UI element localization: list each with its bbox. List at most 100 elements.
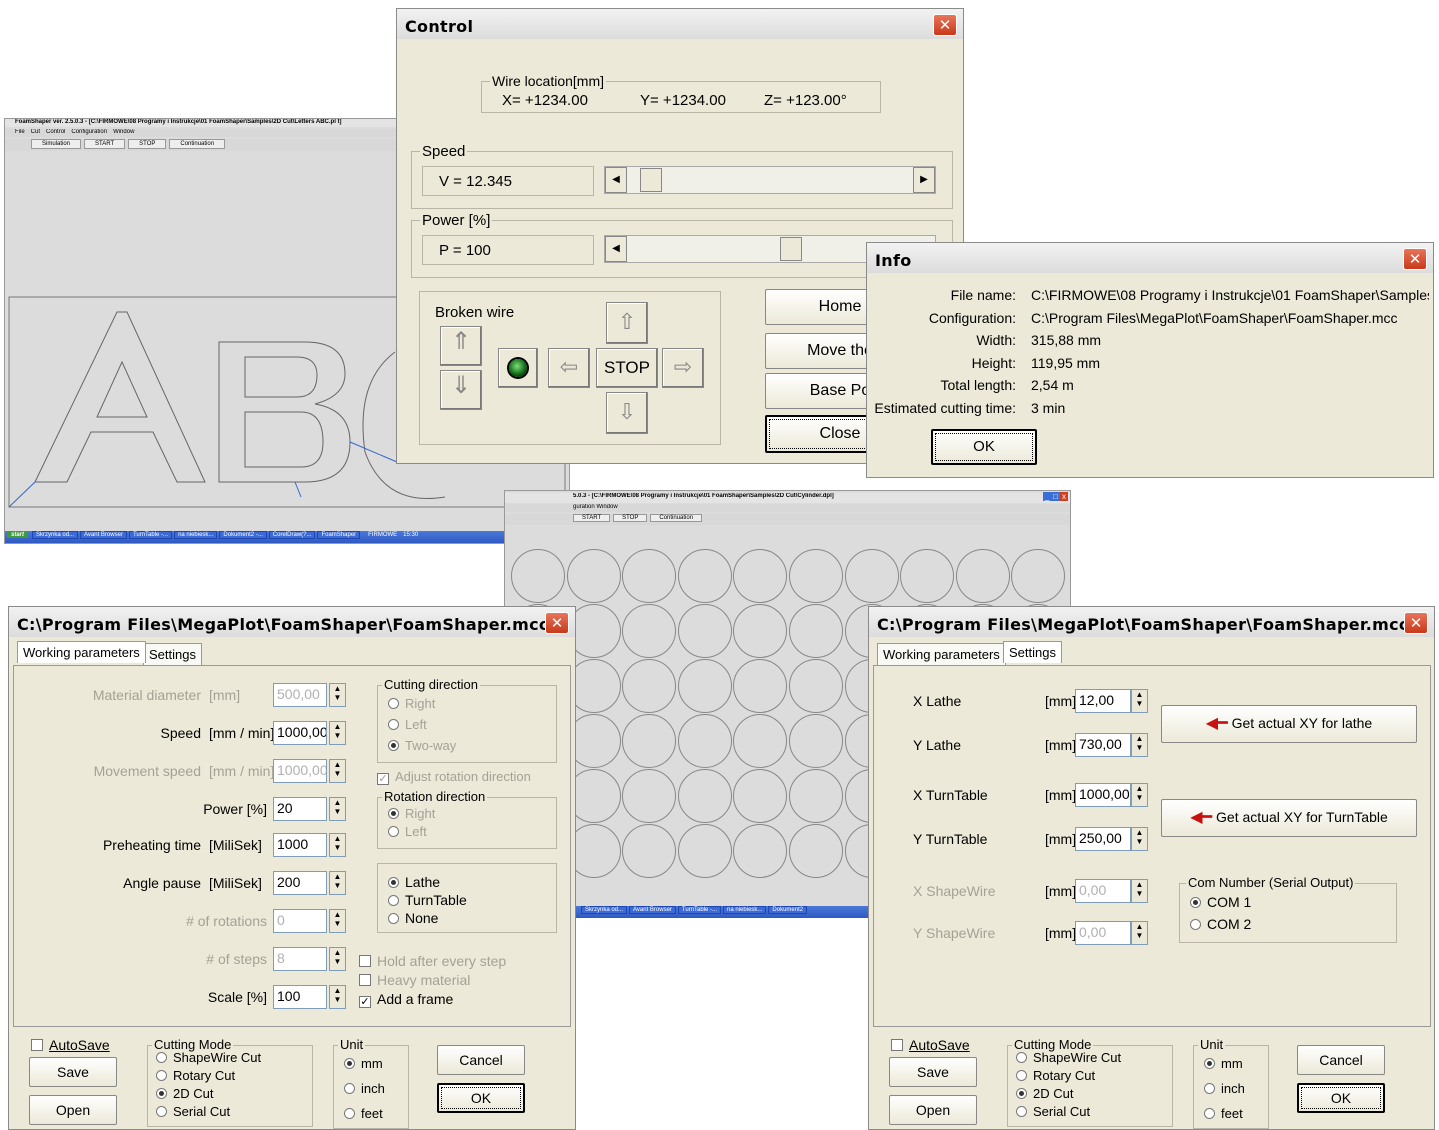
cad-menu-item[interactable]: Window (113, 129, 134, 135)
adjust-rotation-checkbox[interactable]: ✓ Adjust rotation direction (377, 769, 531, 785)
move-right-icon[interactable]: ⇨ (662, 348, 704, 388)
rotation-direction-radio[interactable]: Right (388, 806, 435, 821)
unit-radio[interactable]: inch (1204, 1081, 1245, 1096)
stop-button[interactable]: STOP (596, 348, 658, 388)
cad-menu-item[interactable]: Cut (31, 129, 40, 135)
taskbar-item[interactable]: Dokument2 (768, 906, 808, 914)
taskbar-item[interactable]: CorelDraw(?... (268, 531, 316, 539)
spinner-arrows-icon[interactable]: ▲ ▼ (329, 871, 346, 895)
taskbar-item[interactable]: Avant Browser (629, 906, 676, 914)
param-input[interactable]: 8 (273, 947, 327, 971)
cad-menu-item[interactable]: File (15, 129, 25, 135)
param-input[interactable]: 500,00 (273, 683, 327, 707)
ok-button[interactable]: OK (437, 1083, 525, 1113)
cutting-mode-radio[interactable]: ShapeWire Cut (156, 1050, 261, 1065)
save-button[interactable]: Save (29, 1057, 117, 1087)
taskbar-item[interactable]: TurnTable -... (677, 906, 722, 914)
tab-settings[interactable]: Settings (1003, 641, 1062, 663)
save-button[interactable]: Save (889, 1057, 977, 1087)
spinner-arrows-icon[interactable]: ▲ ▼ (329, 797, 346, 821)
cad-toolbar-button[interactable]: START (84, 139, 126, 149)
setting-input[interactable]: 0,00 (1075, 921, 1131, 945)
taskbar-item[interactable]: na niebiesk... (174, 531, 218, 539)
cad2-toolbar-button[interactable]: Continuation (650, 514, 703, 522)
cancel-button[interactable]: Cancel (437, 1045, 525, 1075)
option-checkbox[interactable]: ✓ Add a frame (359, 991, 453, 1008)
cutting-mode-radio[interactable]: ShapeWire Cut (1016, 1050, 1121, 1065)
option-checkbox[interactable]: Hold after every step (359, 953, 506, 969)
cancel-button[interactable]: Cancel (1297, 1045, 1385, 1075)
speed-slider[interactable]: ◀ ▶ (604, 166, 936, 194)
param-input[interactable]: 1000,00 (273, 759, 327, 783)
ok-button[interactable]: OK (1297, 1083, 1385, 1113)
open-button[interactable]: Open (889, 1095, 977, 1125)
spinner-arrows-icon[interactable]: ▲ ▼ (1131, 879, 1148, 903)
spinner-arrows-icon[interactable]: ▲ ▼ (1131, 733, 1148, 757)
autosave-checkbox[interactable]: AutoSave (891, 1037, 970, 1053)
setting-input[interactable]: 1000,00 (1075, 783, 1131, 807)
control-close-icon[interactable]: ✕ (933, 14, 957, 36)
com-port-radio[interactable]: COM 1 (1190, 894, 1251, 910)
tab-working-parameters[interactable]: Working parameters (877, 643, 1006, 665)
rotate-down-icon[interactable]: ⇓ (440, 370, 482, 410)
cutting-mode-radio[interactable]: Serial Cut (156, 1104, 230, 1119)
spinner-arrows-icon[interactable]: ▲ ▼ (329, 833, 346, 857)
param-input[interactable]: 1000,00 (273, 721, 327, 745)
spinner-arrows-icon[interactable]: ▲ ▼ (1131, 783, 1148, 807)
move-down-icon[interactable]: ⇩ (606, 392, 648, 434)
speed-slider-left-arrow-icon[interactable]: ◀ (605, 167, 627, 193)
spinner-arrows-icon[interactable]: ▲ ▼ (329, 985, 346, 1009)
spinner-arrows-icon[interactable]: ▲ ▼ (329, 721, 346, 745)
cad-menu-item[interactable]: Control (46, 129, 65, 135)
machine-type-radio[interactable]: Lathe (388, 874, 440, 890)
cutting-mode-radio[interactable]: Rotary Cut (1016, 1068, 1095, 1083)
spinner-arrows-icon[interactable]: ▲ ▼ (1131, 689, 1148, 713)
cutting-mode-radio[interactable]: 2D Cut (1016, 1086, 1073, 1101)
unit-radio[interactable]: feet (1204, 1106, 1243, 1121)
tab-settings[interactable]: Settings (143, 643, 202, 665)
setting-input[interactable]: 730,00 (1075, 733, 1131, 757)
taskbar-item[interactable]: FoamShaper (317, 531, 361, 539)
move-left-icon[interactable]: ⇦ (548, 348, 590, 388)
taskbar-item[interactable]: na niebiesk... (723, 906, 767, 914)
power-slider-thumb[interactable] (780, 237, 803, 261)
unit-radio[interactable]: inch (344, 1081, 385, 1096)
cfgR-close-icon[interactable]: ✕ (1404, 612, 1428, 634)
speed-slider-right-arrow-icon[interactable]: ▶ (913, 167, 935, 193)
cad2-toolbar-button[interactable]: START (573, 514, 611, 522)
taskbar-item[interactable]: Skrzynka od... (32, 531, 79, 539)
unit-radio[interactable]: mm (1204, 1056, 1243, 1071)
cutting-mode-radio[interactable]: 2D Cut (156, 1086, 213, 1101)
get-xy-turntable-button[interactable]: ◀━ Get actual XY for TurnTable (1161, 799, 1417, 837)
autosave-checkbox[interactable]: AutoSave (31, 1037, 110, 1053)
cutting-direction-radio[interactable]: Left (388, 717, 427, 732)
setting-input[interactable]: 0,00 (1075, 879, 1131, 903)
cad-toolbar-button[interactable]: Continuation (169, 139, 226, 149)
power-slider-left-arrow-icon[interactable]: ◀ (605, 236, 627, 262)
cfgL-close-icon[interactable]: ✕ (545, 612, 569, 634)
spinner-arrows-icon[interactable]: ▲ ▼ (329, 947, 346, 971)
cutting-direction-radio[interactable]: Two-way (388, 738, 456, 753)
param-input[interactable]: 100 (273, 985, 327, 1009)
machine-type-radio[interactable]: TurnTable (388, 892, 467, 908)
spinner-arrows-icon[interactable]: ▲ ▼ (1131, 827, 1148, 851)
com-port-radio[interactable]: COM 2 (1190, 916, 1251, 932)
machine-type-radio[interactable]: None (388, 910, 438, 926)
taskbar-item[interactable]: Avant Browser (80, 531, 127, 539)
info-ok-button[interactable]: OK (931, 429, 1037, 465)
spinner-arrows-icon[interactable]: ▲ ▼ (329, 683, 346, 707)
spinner-arrows-icon[interactable]: ▲ ▼ (329, 759, 346, 783)
cad2-toolbar-button[interactable]: STOP (613, 514, 648, 522)
rotate-up-icon[interactable]: ⇑ (440, 326, 482, 366)
speed-slider-thumb[interactable] (640, 168, 663, 192)
taskbar-item[interactable]: Dokument2 -... (219, 531, 267, 539)
setting-input[interactable]: 12,00 (1075, 689, 1131, 713)
spinner-arrows-icon[interactable]: ▲ ▼ (329, 909, 346, 933)
option-checkbox[interactable]: Heavy material (359, 972, 470, 988)
start-button[interactable]: start (7, 532, 29, 538)
get-xy-lathe-button[interactable]: ◀━ Get actual XY for lathe (1161, 705, 1417, 743)
rotation-direction-radio[interactable]: Left (388, 824, 427, 839)
cad-toolbar-button[interactable]: STOP (128, 139, 167, 149)
tab-working-parameters[interactable]: Working parameters (17, 641, 146, 663)
unit-radio[interactable]: mm (344, 1056, 383, 1071)
